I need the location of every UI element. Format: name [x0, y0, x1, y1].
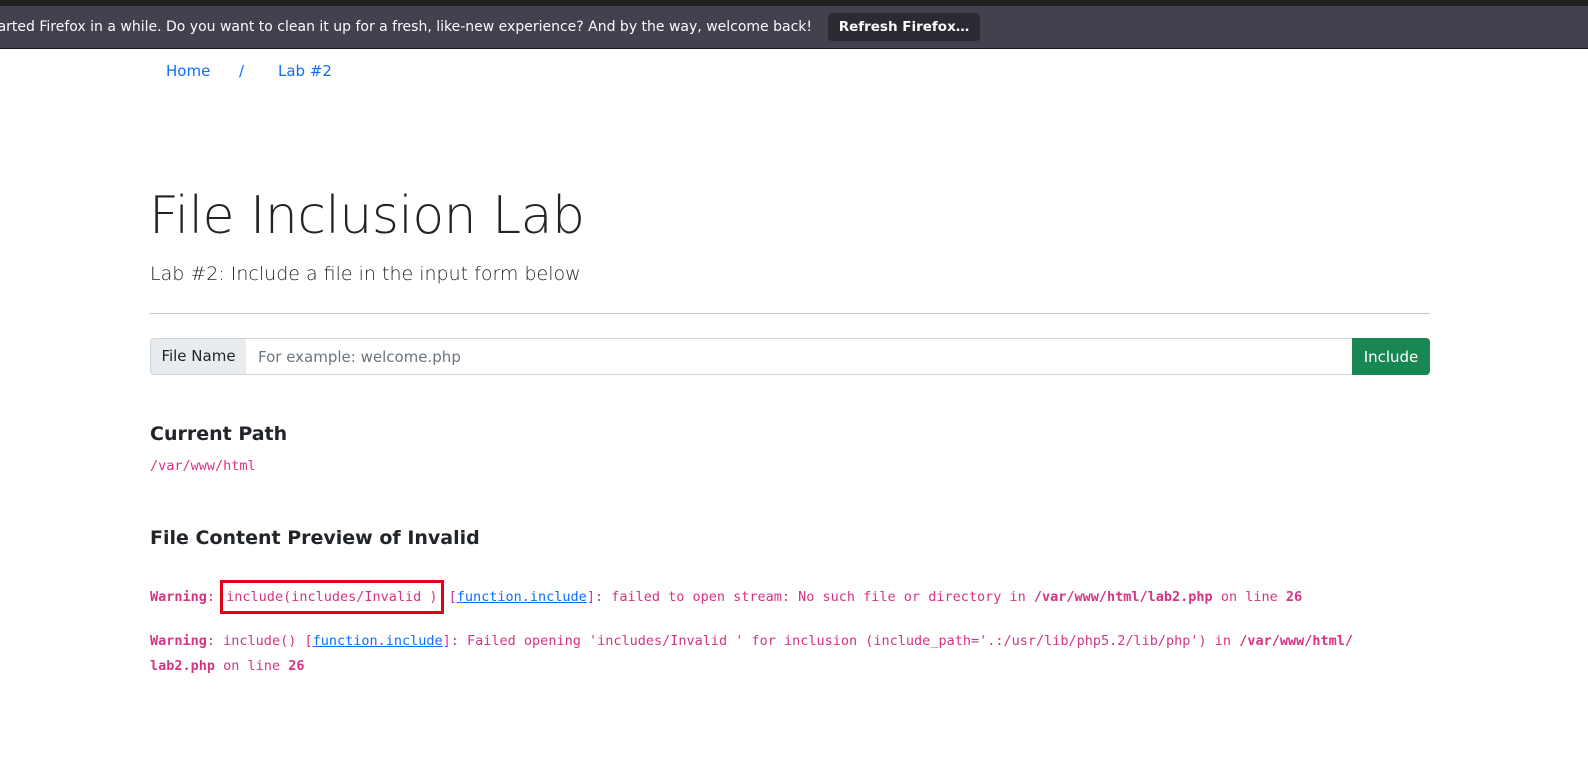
- file-preview-heading: File Content Preview of Invalid: [150, 527, 480, 549]
- warning-message: : failed to open stream: No such file or…: [594, 589, 1026, 605]
- current-path-value: /var/www/html: [150, 458, 256, 474]
- file-name-input[interactable]: [246, 338, 1365, 375]
- function-include-link[interactable]: function.include: [313, 633, 443, 649]
- page-title: File Inclusion Lab: [149, 186, 585, 246]
- breadcrumb-lab2-link[interactable]: Lab #2: [278, 62, 332, 80]
- file-include-form: File Name Include: [150, 338, 1430, 375]
- warning-file: /var/www/html/lab2.php: [1033, 589, 1213, 605]
- warning-line-number: 26: [288, 658, 305, 674]
- warning-label: Warning: [150, 633, 207, 649]
- warning-line-text: on line: [1220, 589, 1278, 605]
- php-warning-1: Warning: include(includes/Invalid ) [fun…: [150, 580, 1302, 614]
- preview-filename: Invalid: [407, 527, 480, 549]
- php-warning-2: Warning: include() [function.include]: F…: [150, 633, 1353, 674]
- breadcrumb-home-link[interactable]: Home: [166, 62, 210, 80]
- warning-file-part2: lab2.php: [150, 658, 216, 674]
- warning-line-text: on line: [223, 658, 281, 674]
- notification-message: …haven’t started Firefox in a while. Do …: [0, 19, 812, 35]
- include-call: include(): [223, 633, 297, 649]
- include-button[interactable]: Include: [1352, 338, 1430, 375]
- refresh-firefox-button[interactable]: Refresh Firefox…: [828, 13, 980, 41]
- current-path-heading: Current Path: [150, 423, 288, 445]
- file-name-label: File Name: [150, 338, 247, 375]
- function-include-link[interactable]: function.include: [457, 589, 587, 605]
- warning-message: : Failed opening 'includes/Invalid ' for…: [450, 633, 1232, 649]
- preview-heading-prefix: File Content Preview of: [150, 527, 401, 549]
- breadcrumb-separator: /: [239, 62, 245, 80]
- divider: [150, 313, 1430, 314]
- page-subtitle: Lab #2: Include a file in the input form…: [150, 263, 581, 285]
- include-call: include(includes/Invalid ): [226, 589, 438, 605]
- warning-label: Warning: [150, 589, 207, 605]
- warning-file-part1: /var/www/html/: [1239, 633, 1353, 649]
- warning-line-number: 26: [1285, 589, 1303, 605]
- firefox-notification-bar: …haven’t started Firefox in a while. Do …: [0, 6, 1588, 49]
- highlighted-include-call: include(includes/Invalid ): [220, 580, 444, 614]
